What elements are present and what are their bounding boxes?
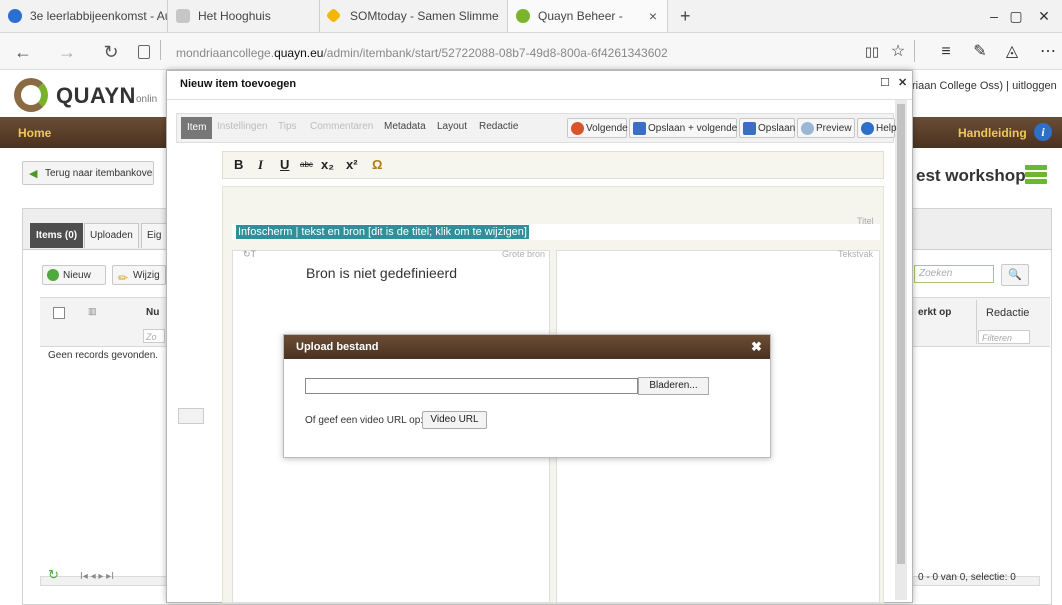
no-records-text: Geen records gevonden. [48,350,159,361]
save-next-button[interactable]: Opslaan + volgende [629,118,737,138]
forward-arrow-icon[interactable]: → [56,41,78,63]
upload-close-icon[interactable]: ✖ [751,339,762,355]
select-all-checkbox[interactable] [53,307,65,319]
browser-tab-somtoday[interactable]: SOMtoday - Samen Slimme [320,0,508,32]
close-window-button[interactable]: ✕ [1022,0,1062,32]
refresh-icon[interactable]: ↻ [100,41,122,63]
tab-metadata[interactable]: Metadata [384,121,426,132]
address-separator [160,40,161,60]
tab-layout[interactable]: Layout [437,121,467,132]
video-url-label: Of geef een video URL op: [305,415,424,426]
tab-eigenschappen[interactable]: Eig [141,223,169,248]
edit-item-button[interactable]: ✏ Wijzig [112,265,166,285]
hooghuis-icon [176,9,190,23]
file-path-input[interactable] [305,378,638,394]
filter-nummer-input[interactable]: Zo [143,329,165,343]
url-field[interactable]: mondriaancollege.quayn.eu/admin/itembank… [176,46,668,60]
bron-placeholder: Bron is niet gedefinieerd [306,265,457,281]
browser-tab-quayn[interactable]: Quayn Beheer - × [508,0,668,32]
col-header-werkt-op[interactable]: erkt op [918,307,951,318]
italic-button[interactable]: I [258,157,263,173]
browser-tab-hooghuis[interactable]: Het Hooghuis [168,0,320,32]
info-icon[interactable]: i [1034,123,1052,141]
plus-circle-icon [47,269,59,281]
back-arrow-icon[interactable]: ← [12,41,34,63]
preview-button[interactable]: Preview [797,118,855,138]
strikethrough-button[interactable]: abc [300,160,313,169]
filter-redactie-input[interactable]: Filteren [978,330,1030,344]
close-tab-icon[interactable]: × [649,0,657,32]
quayn-logo-sub: onlin [136,94,158,105]
tab-tips[interactable]: Tips [278,121,297,132]
underline-button[interactable]: U [280,157,289,172]
web-note-icon[interactable]: ✎ [968,40,992,64]
next-arrow-icon [571,122,584,135]
dialog-title: Nieuw item toevoegen [180,78,297,90]
pager-controls[interactable]: I◂ ◂ ▸ ▸I [80,571,114,582]
left-arrow-icon: ◀ [29,168,38,180]
new-item-button[interactable]: Nieuw [42,265,106,285]
grote-bron-label: Grote bron [502,249,546,259]
more-icon[interactable]: ⋯ [1036,40,1060,64]
side-handle[interactable] [178,408,204,424]
tekstvak-label: Tekstvak [838,249,874,259]
favorite-star-icon[interactable]: ☆ [886,40,910,64]
search-input[interactable]: Zoeken [914,265,994,283]
reading-view-icon[interactable]: ▯▯ [860,40,884,64]
maximize-icon[interactable]: ☐ [880,76,890,89]
col-header-redactie[interactable]: Redactie [986,307,1029,319]
search-icon[interactable]: 🔍 [1001,264,1029,286]
next-button[interactable]: Volgende [567,118,628,138]
user-info[interactable]: riaan College Oss) | uitloggen [912,80,1057,92]
refresh-grid-icon[interactable]: ↻ [48,567,59,583]
browser-tab-leerlab[interactable]: 3e leerlabbijeenkomst - Au [0,0,168,32]
workshop-title: est workshop [916,166,1026,185]
item-title-text[interactable]: Infoscherm | tekst en bron [dit is de ti… [236,225,529,239]
tab-uploaden[interactable]: Uploaden [84,223,139,248]
help-icon [861,122,874,135]
help-button[interactable]: Help [857,118,897,138]
bold-button[interactable]: B [234,157,243,172]
save-disk-icon [743,122,756,135]
browse-button[interactable]: Bladeren... [638,377,709,395]
toolbar-separator [914,40,915,62]
share-icon[interactable]: ◬ [1000,40,1024,64]
nav-home-link[interactable]: Home [18,126,51,140]
rotate-icon[interactable]: ↻T [243,249,256,260]
list-menu-icon[interactable] [1025,165,1047,185]
onedrive-icon [8,9,22,23]
tab-items[interactable]: Items (0) [30,223,84,248]
tab-item[interactable]: Item [181,117,213,139]
upload-title: Upload bestand [296,341,379,353]
tab-commentaren[interactable]: Commentaren [310,121,373,132]
tab-instellingen[interactable]: Instellingen [217,121,268,132]
magnifier-icon [801,122,814,135]
video-url-button[interactable]: Video URL [422,411,487,429]
dialog-scroll-thumb[interactable] [897,104,905,564]
quayn-icon [516,9,530,23]
col-header-nummer[interactable]: Nu [146,307,159,318]
omega-special-char-button[interactable]: Ω [372,157,382,172]
pager-status: 0 - 0 van 0, selectie: 0 [918,572,1016,583]
superscript-button[interactable]: x² [346,157,358,172]
quayn-logo-text: QUAYN [56,83,136,108]
hub-menu-icon[interactable]: ≡ [934,40,958,64]
quayn-logo-icon [14,78,48,112]
lock-icon [138,45,150,59]
back-to-overview-button[interactable]: ◀ Terug naar itembankoverz [22,161,154,185]
barcode-icon: ▥ [88,306,97,316]
save-disk-icon [633,122,646,135]
col-divider [976,300,977,344]
new-tab-button[interactable]: + [680,0,691,32]
pencil-icon: ✏ [118,271,129,285]
tab-redactie[interactable]: Redactie [479,121,518,132]
nav-manual-link[interactable]: Handleiding [958,126,1027,140]
somtoday-icon [325,7,342,24]
subscript-button[interactable]: x₂ [321,157,334,172]
dialog-close-icon[interactable]: ✕ [898,76,907,89]
save-button[interactable]: Opslaan [739,118,795,138]
